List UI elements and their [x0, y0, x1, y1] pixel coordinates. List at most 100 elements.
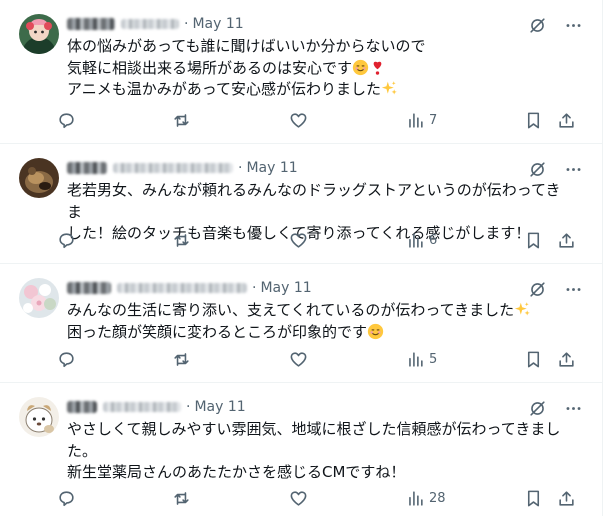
- author-name-redacted[interactable]: [67, 162, 107, 174]
- tweet-text-line: やさしくて親しみやすい雰囲気、地域に根ざした信頼感が伝わってきまし: [67, 420, 561, 438]
- views-button[interactable]: 28: [406, 482, 446, 514]
- tweet-header: · May 11: [67, 278, 312, 298]
- views-button[interactable]: 5: [406, 343, 437, 375]
- tweet-actions: 5: [57, 343, 592, 375]
- share-button[interactable]: [557, 104, 576, 136]
- share-button[interactable]: [557, 224, 576, 256]
- tweet[interactable]: · May 11 体の悩みがあっても誰に聞けばいいか分からないので 気軽に相談出…: [0, 0, 602, 144]
- tweet-top-actions: [526, 397, 584, 419]
- bookmark-button[interactable]: [524, 224, 543, 256]
- bookmark-icon: [527, 112, 540, 128]
- sparkles-emoji-icon: [515, 302, 530, 316]
- tweet-top-actions: [526, 158, 584, 180]
- reply-icon: [59, 490, 74, 506]
- views-button[interactable]: 6: [406, 224, 437, 256]
- tweet-date[interactable]: May 11: [246, 160, 297, 176]
- bookmark-button[interactable]: [524, 104, 543, 136]
- reply-button[interactable]: [57, 343, 76, 375]
- tweet-date[interactable]: May 11: [260, 280, 311, 296]
- bookmark-icon: [527, 490, 540, 506]
- like-icon: [290, 351, 307, 367]
- reply-button[interactable]: [57, 482, 76, 514]
- smiling-face-emoji-icon: [352, 59, 369, 75]
- author-handle-redacted[interactable]: [113, 163, 233, 173]
- share-icon: [559, 490, 574, 506]
- views-count: 7: [429, 112, 438, 128]
- repost-icon: [174, 113, 189, 127]
- views-count: 28: [429, 490, 446, 506]
- views-icon: [409, 232, 423, 248]
- author-handle-redacted[interactable]: [117, 283, 247, 293]
- tweet-text-line: 老若男女、みんなが頼れるみんなのドラッグストアというのが伝わってきま: [67, 181, 561, 221]
- repost-button[interactable]: [172, 482, 191, 514]
- repost-button[interactable]: [172, 224, 191, 256]
- more-icon[interactable]: [562, 158, 584, 180]
- reply-feed: · May 11 体の悩みがあっても誰に聞けばいいか分からないので 気軽に相談出…: [0, 0, 603, 516]
- tweet-top-actions: [526, 278, 584, 300]
- author-name-redacted[interactable]: [67, 282, 111, 294]
- tweet-actions: 7: [57, 104, 592, 136]
- tweet-text-line: 新生堂薬局さんのあたたかさを感じるCMですね！: [67, 463, 406, 481]
- more-icon[interactable]: [562, 397, 584, 419]
- views-count: 5: [429, 351, 438, 367]
- like-icon: [290, 232, 307, 248]
- repost-button[interactable]: [172, 104, 191, 136]
- tweet-text-line: 体の悩みがあっても誰に聞けばいいか分からないので: [67, 37, 426, 55]
- more-icon[interactable]: [562, 14, 584, 36]
- tweet-date[interactable]: May 11: [192, 16, 243, 32]
- avatar[interactable]: [19, 278, 59, 318]
- views-count: 6: [429, 232, 438, 248]
- tweet-header: · May 11: [67, 14, 244, 34]
- smiling-face-emoji-icon: [367, 323, 384, 339]
- separator-dot: ·: [252, 280, 257, 296]
- tweet[interactable]: · May 11 やさしくて親しみやすい雰囲気、地域に根ざした信頼感が伝わってき…: [0, 383, 602, 516]
- tweet[interactable]: · May 11 老若男女、みんなが頼れるみんなのドラッグストアというのが伝わっ…: [0, 144, 602, 264]
- bookmark-button[interactable]: [524, 482, 543, 514]
- grok-icon[interactable]: [526, 14, 548, 36]
- grok-icon[interactable]: [526, 397, 548, 419]
- share-icon: [559, 351, 574, 367]
- separator-dot: ·: [186, 399, 191, 415]
- tweet-date[interactable]: May 11: [194, 399, 245, 415]
- more-icon[interactable]: [562, 278, 584, 300]
- author-name-redacted[interactable]: [67, 401, 97, 413]
- reply-button[interactable]: [57, 224, 76, 256]
- separator-dot: ·: [238, 160, 243, 176]
- author-handle-redacted[interactable]: [103, 402, 181, 412]
- bookmark-button[interactable]: [524, 343, 543, 375]
- avatar[interactable]: [19, 397, 59, 437]
- tweet-actions: 28: [57, 482, 592, 514]
- views-button[interactable]: 7: [406, 104, 437, 136]
- avatar[interactable]: [19, 158, 59, 198]
- author-name-redacted[interactable]: [67, 18, 115, 30]
- repost-icon: [174, 491, 189, 505]
- tweet-text-line: 困った顔が笑顔に変わるところが印象的です: [67, 322, 368, 341]
- tweet-text-line: た。: [67, 441, 98, 460]
- tweet-actions: 6: [57, 224, 592, 256]
- share-button[interactable]: [557, 482, 576, 514]
- like-icon: [290, 112, 307, 128]
- reply-button[interactable]: [57, 104, 76, 136]
- tweet-top-actions: [526, 14, 584, 36]
- reply-icon: [59, 351, 74, 367]
- like-button[interactable]: [289, 482, 308, 514]
- views-icon: [409, 490, 423, 506]
- repost-button[interactable]: [172, 343, 191, 375]
- repost-icon: [174, 352, 189, 366]
- grok-icon[interactable]: [526, 158, 548, 180]
- share-icon: [559, 112, 574, 128]
- tweet[interactable]: · May 11 みんなの生活に寄り添い、支えてくれているのが伝わってきました …: [0, 264, 602, 383]
- avatar[interactable]: [19, 14, 59, 54]
- like-button[interactable]: [289, 104, 308, 136]
- author-handle-redacted[interactable]: [121, 19, 179, 29]
- tweet-text: やさしくて親しみやすい雰囲気、地域に根ざした信頼感が伝わってきまし た。 新生堂…: [67, 419, 568, 484]
- repost-icon: [174, 233, 189, 247]
- like-button[interactable]: [289, 343, 308, 375]
- like-icon: [290, 490, 307, 506]
- share-button[interactable]: [557, 343, 576, 375]
- grok-icon[interactable]: [526, 278, 548, 300]
- exclamation-heart-emoji-icon: [373, 61, 382, 75]
- like-button[interactable]: [289, 224, 308, 256]
- tweet-text-line: 気軽に相談出来る場所があるのは安心です: [67, 58, 353, 77]
- tweet-text: みんなの生活に寄り添い、支えてくれているのが伝わってきました 困った顔が笑顔に変…: [67, 300, 568, 343]
